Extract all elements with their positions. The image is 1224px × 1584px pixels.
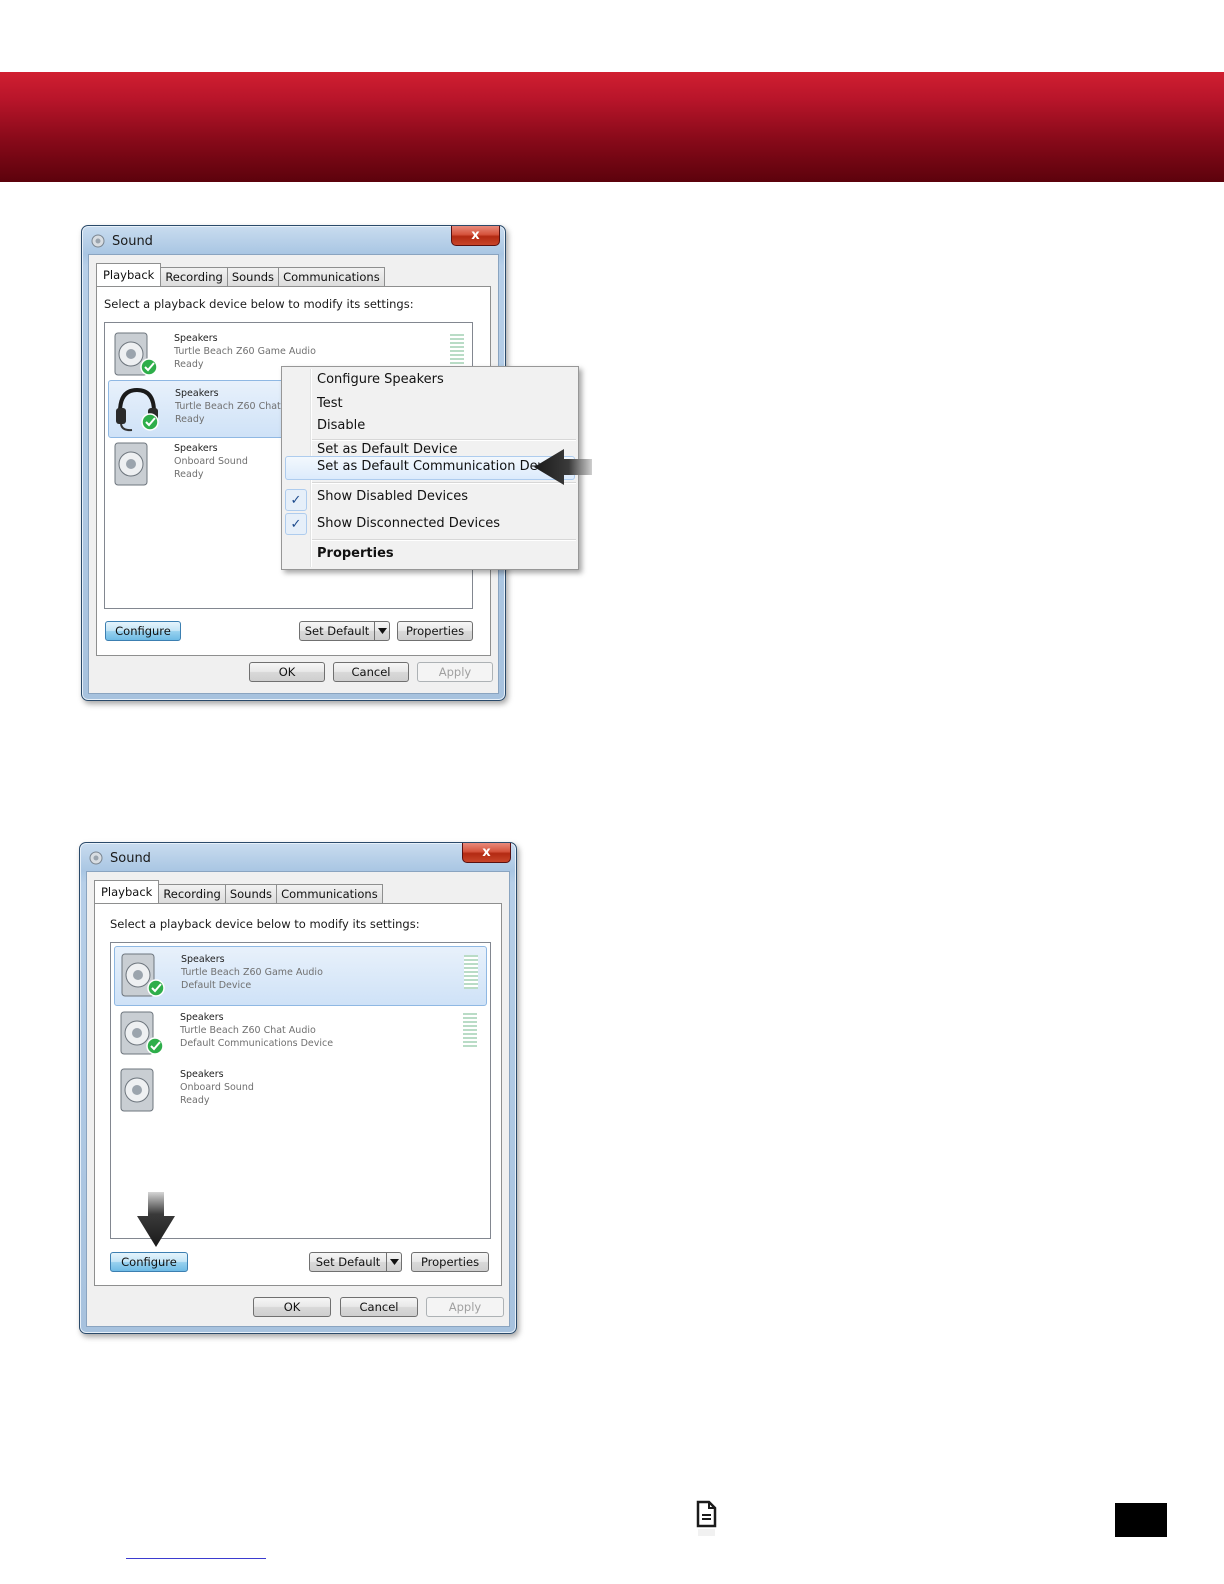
speaker-icon (120, 1011, 164, 1055)
device-desc: Turtle Beach Z60 Chat Audio (180, 1025, 316, 1036)
apply-button[interactable]: Apply (426, 1297, 504, 1317)
device-name: Speakers (180, 1012, 224, 1023)
device-name: Speakers (174, 443, 218, 454)
set-default-button[interactable]: Set Default (299, 621, 390, 641)
sound-icon (89, 851, 103, 865)
device-name: Speakers (174, 333, 218, 344)
title-bar[interactable]: Sound (88, 847, 151, 869)
device-status: Ready (174, 469, 204, 480)
device-item-onboard[interactable]: Speakers Onboard Sound Ready (114, 1062, 487, 1118)
set-default-dropdown[interactable] (387, 1252, 402, 1272)
tab-strip: Playback Recording Sounds Communications (96, 263, 385, 286)
speaker-icon (114, 442, 148, 486)
close-button[interactable]: x (462, 843, 511, 863)
device-status: Default Communications Device (180, 1038, 334, 1049)
instruction-text: Select a playback device below to modify… (104, 297, 414, 311)
menu-item-set-default-device[interactable]: Set as Default Device (317, 442, 457, 457)
document-icon (696, 1500, 717, 1536)
instruction-text: Select a playback device below to modify… (110, 917, 420, 931)
device-item-game-audio[interactable]: Speakers Turtle Beach Z60 Game Audio Def… (114, 946, 487, 1006)
check-icon: ✓ (285, 489, 307, 511)
volume-meter (450, 334, 464, 368)
dialog-client: Playback Recording Sounds Communications… (86, 871, 510, 1327)
tab-recording[interactable]: Recording (160, 267, 228, 286)
properties-button[interactable]: Properties (411, 1252, 489, 1272)
tab-playback[interactable]: Playback (94, 880, 160, 903)
device-name: Speakers (181, 954, 225, 965)
sound-dialog-2: Sound x Playback Recording Sounds Commun… (79, 842, 517, 1334)
tab-recording[interactable]: Recording (158, 884, 226, 903)
tab-communications[interactable]: Communications (278, 267, 385, 286)
title-bar[interactable]: Sound (90, 230, 153, 252)
window-title: Sound (112, 233, 153, 249)
menu-item-test[interactable]: Test (317, 396, 343, 411)
cancel-button[interactable]: Cancel (340, 1297, 418, 1317)
page-number-box (1115, 1503, 1167, 1537)
tab-sounds[interactable]: Sounds (224, 884, 278, 903)
set-default-button[interactable]: Set Default (309, 1252, 402, 1272)
menu-item-show-disabled[interactable]: Show Disabled Devices (317, 489, 468, 504)
close-button[interactable]: x (451, 226, 500, 246)
green-check-icon (147, 979, 165, 997)
cancel-button[interactable]: Cancel (333, 662, 409, 682)
set-default-main[interactable]: Set Default (299, 621, 375, 641)
sound-icon (91, 234, 105, 248)
device-desc: Turtle Beach Z60 Game Audio (174, 346, 316, 357)
check-icon: ✓ (285, 513, 307, 535)
ok-button[interactable]: OK (249, 662, 325, 682)
tab-communications[interactable]: Communications (276, 884, 383, 903)
tab-strip: Playback Recording Sounds Communications (94, 880, 383, 903)
speaker-icon (114, 332, 158, 376)
device-item-chat-audio[interactable]: Speakers Turtle Beach Z60 Chat Audio Def… (114, 1005, 487, 1061)
headset-icon (116, 387, 159, 432)
set-default-dropdown[interactable] (375, 621, 390, 641)
chevron-down-icon (389, 1259, 399, 1265)
pointer-arrow-icon (137, 1192, 175, 1247)
configure-button[interactable]: Configure (105, 621, 181, 641)
device-name: Speakers (175, 388, 219, 399)
device-status: Default Device (181, 980, 252, 991)
close-icon: x (471, 228, 480, 243)
device-desc: Onboard Sound (174, 456, 248, 467)
menu-item-show-disconnected[interactable]: Show Disconnected Devices (317, 516, 500, 531)
pointer-arrow-icon (534, 449, 592, 485)
volume-meter (463, 1013, 477, 1047)
window-title: Sound (110, 850, 151, 866)
close-icon: x (482, 845, 491, 860)
configure-button[interactable]: Configure (110, 1252, 188, 1272)
green-check-icon (140, 358, 158, 376)
tab-sounds[interactable]: Sounds (226, 267, 280, 286)
menu-item-disable[interactable]: Disable (317, 418, 365, 433)
speaker-icon (120, 1068, 154, 1112)
chevron-down-icon (377, 628, 387, 634)
device-desc: Turtle Beach Z60 Chat Au (175, 401, 297, 412)
volume-meter (464, 955, 478, 989)
ok-button[interactable]: OK (253, 1297, 331, 1317)
menu-item-set-default-communication[interactable]: Set as Default Communication Device (317, 459, 564, 474)
menu-item-properties[interactable]: Properties (317, 546, 394, 561)
header-banner (0, 72, 1224, 182)
green-check-icon (141, 413, 159, 431)
device-desc: Onboard Sound (180, 1082, 254, 1093)
device-desc: Turtle Beach Z60 Game Audio (181, 967, 323, 978)
device-status: Ready (180, 1095, 210, 1106)
green-check-icon (146, 1037, 164, 1055)
footer-link-underline (126, 1558, 266, 1559)
menu-item-configure-speakers[interactable]: Configure Speakers (317, 372, 444, 387)
device-name: Speakers (180, 1069, 224, 1080)
speaker-icon (121, 953, 165, 997)
apply-button[interactable]: Apply (417, 662, 493, 682)
device-status: Ready (175, 414, 205, 425)
set-default-main[interactable]: Set Default (309, 1252, 387, 1272)
tab-playback[interactable]: Playback (96, 263, 162, 286)
properties-button[interactable]: Properties (397, 621, 473, 641)
